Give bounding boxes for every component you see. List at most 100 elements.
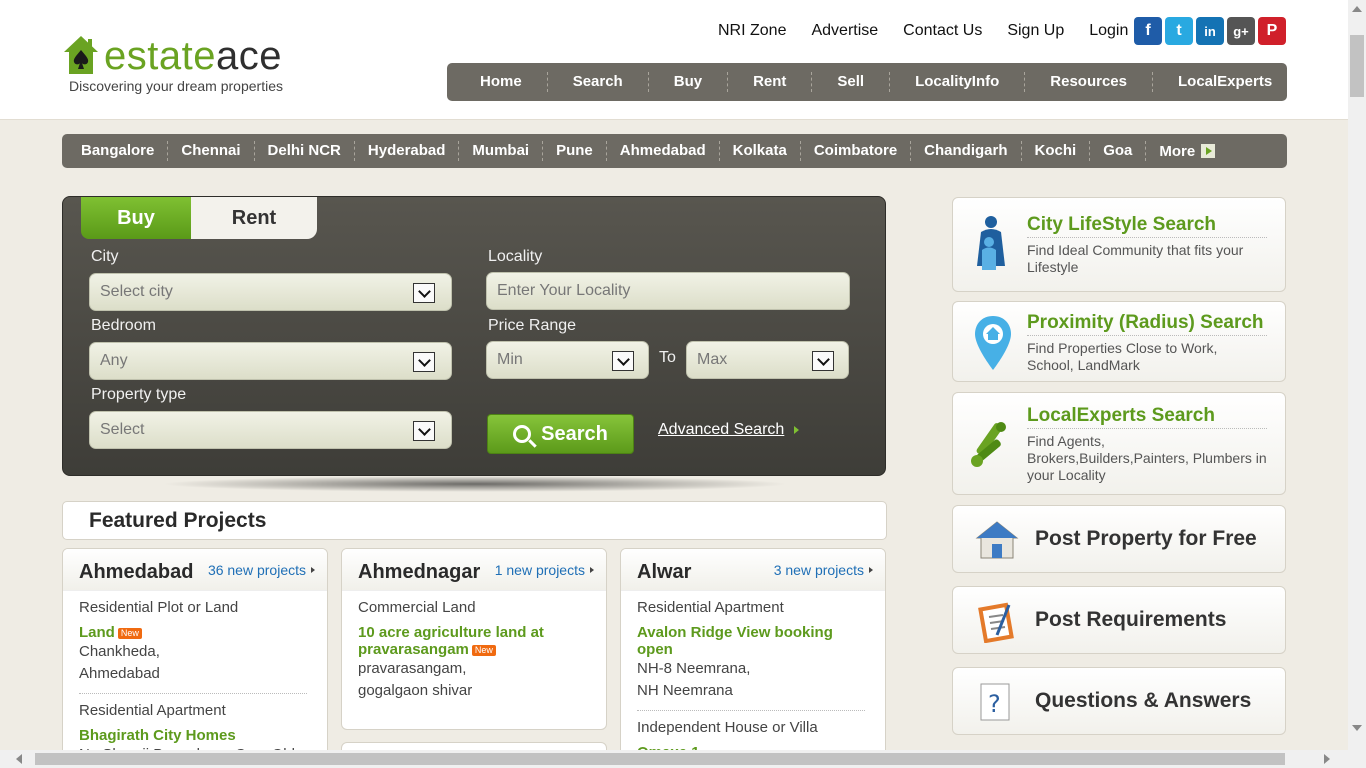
city-chennai[interactable]: Chennai [168, 141, 255, 161]
nav-localexperts[interactable]: LocalExperts [1153, 72, 1297, 92]
chevron-down-icon [612, 351, 634, 371]
tab-rent[interactable]: Rent [191, 197, 317, 239]
nav-search[interactable]: Search [548, 72, 649, 92]
new-badge: New [117, 627, 142, 639]
price-max-select[interactable]: Max [686, 341, 849, 379]
card-city: Ahmednagar [358, 561, 481, 583]
city-ahmedabad[interactable]: Ahmedabad [607, 141, 720, 161]
city-mumbai[interactable]: Mumbai [459, 141, 544, 161]
nav-resources[interactable]: Resources [1025, 72, 1153, 92]
questions-answers-label: Questions & Answers [1035, 689, 1252, 712]
tagline: Discovering your dream properties [69, 78, 283, 94]
social-links: f t in g+ P [1134, 17, 1286, 45]
tab-buy[interactable]: Buy [81, 197, 191, 239]
project-address-line: pravarasangam, [358, 660, 467, 677]
city-kolkata[interactable]: Kolkata [720, 141, 801, 161]
horizontal-scrollbar[interactable] [0, 750, 1366, 768]
property-type: Residential Plot or Land [79, 599, 239, 616]
featured-card-alwar: Alwar 3 new projects Residential Apartme… [620, 548, 886, 768]
site-header: estateace Discovering your dream propert… [0, 0, 1348, 120]
city-lifestyle-search-box[interactable]: City LifeStyle Search Find Ideal Communi… [952, 197, 1286, 292]
city-coimbatore[interactable]: Coimbatore [801, 141, 912, 161]
city-delhi-ncr[interactable]: Delhi NCR [255, 141, 355, 161]
nav-sell[interactable]: Sell [812, 72, 891, 92]
panel-shadow [160, 476, 790, 492]
sign-up-link[interactable]: Sign Up [1007, 22, 1064, 40]
locality-placeholder: Enter Your Locality [497, 282, 631, 299]
vertical-scrollbar[interactable] [1348, 0, 1366, 750]
card-city: Ahmedabad [79, 561, 194, 583]
card-project-count-link[interactable]: 36 new projects [208, 562, 315, 578]
pinterest-icon[interactable]: P [1258, 17, 1286, 45]
locality-input[interactable]: Enter Your Locality [486, 272, 850, 310]
project-name: Land [79, 624, 115, 641]
bedroom-label: Bedroom [91, 317, 156, 334]
login-link[interactable]: Login [1089, 22, 1128, 40]
cities-more-button[interactable]: More [1146, 143, 1228, 160]
project-link[interactable]: Land New [79, 624, 311, 641]
city-pune[interactable]: Pune [543, 141, 607, 161]
post-property-box[interactable]: Post Property for Free [952, 505, 1286, 573]
advertise-link[interactable]: Advertise [811, 22, 878, 40]
card-project-count-link[interactable]: 3 new projects [774, 562, 873, 578]
scroll-down-icon[interactable] [1352, 725, 1362, 731]
clipboard-icon [975, 599, 1019, 648]
property-type-select[interactable]: Select [89, 411, 452, 449]
localexperts-search-box[interactable]: LocalExperts Search Find Agents, Brokers… [952, 392, 1286, 495]
project-name: 10 acre agriculture land at pravarasanga… [358, 624, 544, 658]
scroll-left-icon[interactable] [16, 754, 22, 764]
facebook-icon[interactable]: f [1134, 17, 1162, 45]
bedroom-select[interactable]: Any [89, 342, 452, 380]
new-badge: New [471, 644, 496, 656]
property-type: Independent House or Villa [637, 719, 818, 736]
project-link[interactable]: Avalon Ridge View booking open [637, 624, 869, 658]
search-button[interactable]: Search [487, 414, 634, 454]
vertical-scroll-thumb[interactable] [1350, 35, 1364, 97]
lifestyle-search-desc: Find Ideal Community that fits your Life… [1027, 237, 1267, 276]
advanced-search-link[interactable]: Advanced Search [658, 421, 800, 439]
project-link[interactable]: 10 acre agriculture land at pravarasanga… [358, 624, 590, 658]
main-nav: Home Search Buy Rent Sell LocalityInfo R… [447, 63, 1287, 101]
nav-localityinfo[interactable]: LocalityInfo [890, 72, 1026, 92]
city-select[interactable]: Select city [89, 273, 452, 311]
card-project-count-link[interactable]: 1 new projects [495, 562, 594, 578]
city-goa[interactable]: Goa [1090, 141, 1147, 161]
price-min-select[interactable]: Min [486, 341, 649, 379]
project-link[interactable]: Bhagirath City Homes [79, 727, 311, 744]
locality-label: Locality [488, 248, 543, 265]
twitter-icon[interactable]: t [1165, 17, 1193, 45]
scroll-up-icon[interactable] [1352, 6, 1362, 12]
cities-more-label: More [1159, 142, 1196, 160]
googleplus-icon[interactable]: g+ [1227, 17, 1255, 45]
horizontal-scroll-thumb[interactable] [35, 753, 1285, 765]
questions-answers-box[interactable]: ? Questions & Answers [952, 667, 1286, 735]
tools-icon [965, 417, 1015, 478]
play-arrow-icon [1201, 144, 1216, 158]
location-pin-icon [973, 314, 1013, 377]
nav-buy[interactable]: Buy [649, 72, 729, 92]
property-type: Commercial Land [358, 599, 476, 616]
nri-zone-link[interactable]: NRI Zone [718, 22, 786, 40]
city-label: City [91, 248, 119, 265]
chevron-down-icon [812, 351, 834, 371]
contact-us-link[interactable]: Contact Us [903, 22, 982, 40]
city-chandigarh[interactable]: Chandigarh [911, 141, 1022, 161]
logo-text-estate: estate [104, 34, 216, 78]
site-logo[interactable]: estateace Discovering your dream propert… [62, 34, 283, 94]
linkedin-icon[interactable]: in [1196, 17, 1224, 45]
nav-home[interactable]: Home [455, 72, 548, 92]
project-address-line: gogalgaon shivar [358, 682, 473, 699]
city-bangalore[interactable]: Bangalore [68, 141, 169, 161]
scroll-right-icon[interactable] [1324, 754, 1330, 764]
localexperts-search-desc: Find Agents, Brokers,Builders,Painters, … [1027, 428, 1267, 484]
property-type-label: Property type [91, 386, 187, 403]
property-search-panel: Buy Rent City Select city Locality Enter… [62, 196, 886, 476]
proximity-search-desc: Find Properties Close to Work, School, L… [1027, 335, 1267, 374]
search-icon [513, 425, 532, 443]
city-hyderabad[interactable]: Hyderabad [355, 141, 460, 161]
nav-rent[interactable]: Rent [728, 72, 813, 92]
proximity-search-box[interactable]: Proximity (Radius) Search Find Propertie… [952, 301, 1286, 382]
post-requirements-box[interactable]: Post Requirements [952, 586, 1286, 654]
property-type: Residential Apartment [79, 702, 226, 719]
city-kochi[interactable]: Kochi [1022, 141, 1091, 161]
